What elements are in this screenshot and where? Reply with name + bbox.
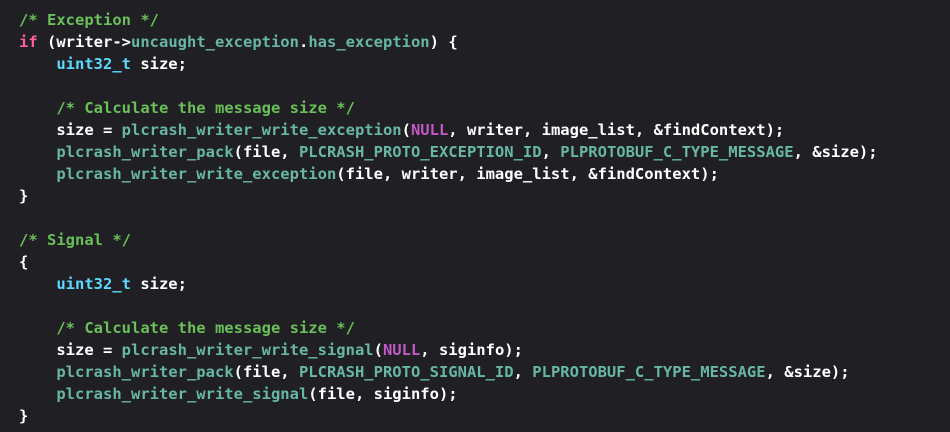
code-line[interactable]: size = plcrash_writer_write_exception(NU…	[19, 119, 950, 141]
code-line[interactable]: size = plcrash_writer_write_signal(NULL,…	[19, 339, 950, 361]
code-token-member: has_exception	[308, 33, 430, 51]
code-line[interactable]: /* Exception */	[19, 9, 950, 31]
code-line[interactable]: plcrash_writer_pack(file, PLCRASH_PROTO_…	[19, 141, 950, 163]
code-token-plain: (file, siginfo);	[308, 385, 458, 403]
code-token-comment: /* Exception */	[19, 11, 159, 29]
code-token-plain: (	[401, 121, 411, 139]
code-token-plain: , &size);	[765, 363, 850, 381]
code-editor[interactable]: /* Exception */ if (writer->uncaught_exce…	[0, 0, 950, 432]
code-line[interactable]: {	[19, 251, 950, 273]
code-line[interactable]: plcrash_writer_write_signal(file, siginf…	[19, 383, 950, 405]
code-line[interactable]: /* Calculate the message size */	[19, 317, 950, 339]
code-token-macro: NULL	[410, 121, 449, 139]
code-token-comment: /* Calculate the message size */	[56, 99, 355, 117]
code-token-func: plcrash_writer_write_signal	[56, 385, 309, 403]
code-token-func: plcrash_writer_pack	[56, 363, 234, 381]
code-token-plain: ,	[541, 143, 561, 161]
code-token-const: PLPROTOBUF_C_TYPE_MESSAGE	[560, 143, 794, 161]
code-token-const: PLCRASH_PROTO_SIGNAL_ID	[298, 363, 514, 381]
code-token-plain: , writer, image_list, &findContext);	[448, 121, 785, 139]
code-token-plain: }	[19, 407, 29, 425]
code-line[interactable]: }	[19, 185, 950, 207]
code-token-const: PLCRASH_PROTO_EXCEPTION_ID	[298, 143, 542, 161]
code-token-plain: , siginfo);	[420, 341, 523, 359]
code-line[interactable]: }	[19, 405, 950, 427]
code-line[interactable]: plcrash_writer_pack(file, PLCRASH_PROTO_…	[19, 361, 950, 383]
code-token-plain: , &size);	[793, 143, 878, 161]
code-token-plain: (file,	[233, 363, 299, 381]
code-line[interactable]: plcrash_writer_write_exception(file, wri…	[19, 163, 950, 185]
code-line[interactable]	[19, 207, 950, 229]
code-token-plain: size =	[19, 121, 122, 139]
code-token-func: plcrash_writer_write_exception	[121, 121, 402, 139]
code-token-func: plcrash_writer_pack	[56, 143, 234, 161]
code-token-plain: size;	[130, 55, 187, 73]
code-token-plain: ,	[513, 363, 533, 381]
code-token-type: uint32_t	[56, 55, 131, 73]
code-line[interactable]	[19, 75, 950, 97]
code-token-plain: .	[298, 33, 309, 51]
code-token-plain: size =	[19, 341, 122, 359]
code-token-const: PLPROTOBUF_C_TYPE_MESSAGE	[532, 363, 766, 381]
code-token-plain: (	[373, 341, 383, 359]
code-token-plain: {	[19, 253, 29, 271]
code-line[interactable]: /* Calculate the message size */	[19, 97, 950, 119]
code-token-plain: size;	[130, 275, 187, 293]
code-token-func: plcrash_writer_write_exception	[56, 165, 337, 183]
code-token-plain: (file,	[233, 143, 299, 161]
code-line[interactable]: if (writer->uncaught_exception.has_excep…	[19, 31, 950, 53]
code-token-comment: /* Calculate the message size */	[56, 319, 355, 337]
code-token-plain: }	[19, 187, 29, 205]
code-line[interactable]: uint32_t size;	[19, 273, 950, 295]
code-token-keyword: if	[19, 33, 38, 51]
code-token-func: plcrash_writer_write_signal	[121, 341, 374, 359]
code-token-comment: /* Signal */	[19, 231, 131, 249]
code-token-plain: (file, writer, image_list, &findContext)…	[336, 165, 719, 183]
code-token-macro: NULL	[382, 341, 421, 359]
code-token-member: uncaught_exception	[131, 33, 299, 51]
code-line[interactable]	[19, 295, 950, 317]
code-line[interactable]: /* Signal */	[19, 229, 950, 251]
code-token-type: uint32_t	[56, 275, 131, 293]
code-token-plain: ) {	[429, 33, 458, 51]
code-token-plain: (writer->	[37, 33, 131, 51]
code-line[interactable]: uint32_t size;	[19, 53, 950, 75]
